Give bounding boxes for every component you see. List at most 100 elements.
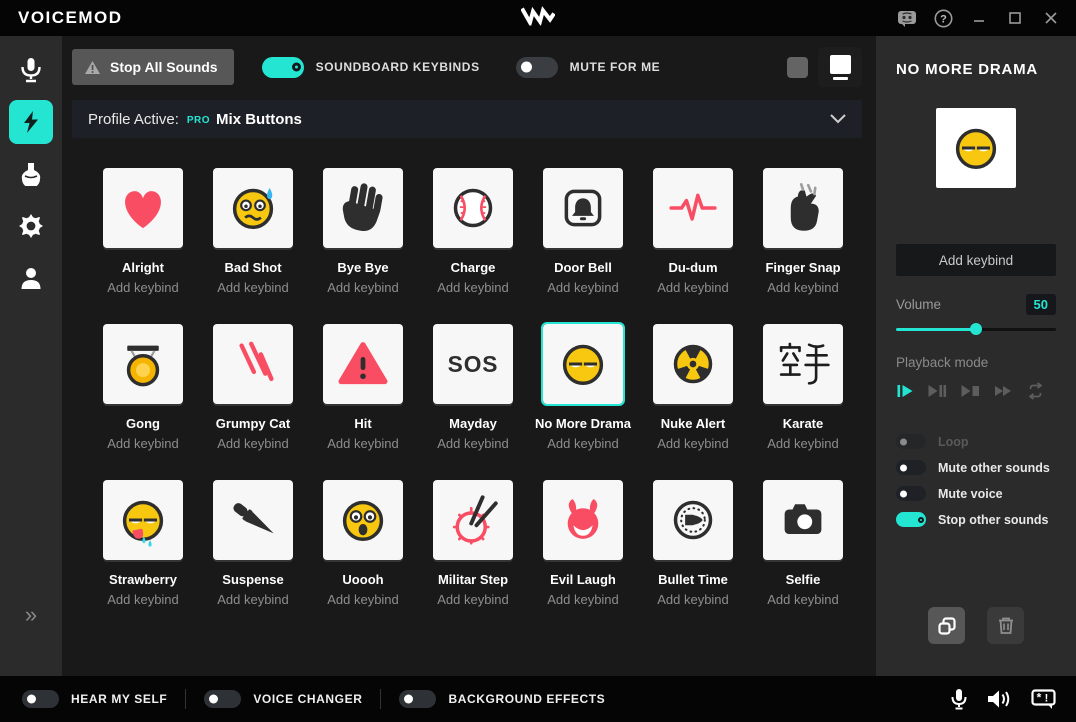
add-keybind-link[interactable]: Add keybind (327, 592, 399, 607)
sidebar-item-microphone[interactable] (9, 48, 53, 92)
sound-tile-mayday[interactable]: SOSMaydayAdd keybind (418, 324, 528, 451)
detail-add-keybind-button[interactable]: Add keybind (896, 244, 1056, 276)
delete-sound-button[interactable] (987, 607, 1024, 644)
help-icon[interactable]: ? (928, 5, 958, 31)
close-button[interactable] (1036, 5, 1066, 31)
sound-tile-suspense[interactable]: SuspenseAdd keybind (198, 480, 308, 607)
minimize-button[interactable] (964, 5, 994, 31)
add-keybind-link[interactable]: Add keybind (327, 436, 399, 451)
compact-view-toggle[interactable] (787, 57, 808, 78)
add-keybind-link[interactable]: Add keybind (217, 280, 289, 295)
maximize-button[interactable] (1000, 5, 1030, 31)
option-mute-voice: Mute voice (896, 486, 1056, 501)
microphone-icon (20, 57, 42, 83)
playback-play-stop-icon[interactable] (960, 382, 980, 400)
sound-tile-evil-laugh[interactable]: Evil Laugh Add keybind (528, 480, 638, 607)
add-keybind-link[interactable]: Add keybind (437, 280, 509, 295)
add-keybind-link[interactable]: Add keybind (657, 280, 729, 295)
toggle-background-effects[interactable] (399, 690, 436, 708)
sound-tile-gong[interactable]: GongAdd keybind (88, 324, 198, 451)
speaker-icon[interactable] (987, 689, 1011, 709)
sound-tile-no-more-drama[interactable]: No More DramaAdd keybind (528, 324, 638, 451)
divider (380, 689, 381, 709)
profile-selector[interactable]: Profile Active: PRO Mix Buttons (72, 100, 862, 138)
option-label: Mute other sounds (938, 461, 1050, 475)
sidebar-item-account[interactable] (9, 256, 53, 300)
sound-tile-uoooh[interactable]: UooohAdd keybind (308, 480, 418, 607)
stop-all-sounds-button[interactable]: Stop All Sounds (72, 49, 234, 85)
sound-tile-strawberry[interactable]: StrawberryAdd keybind (88, 480, 198, 607)
add-keybind-link[interactable]: Add keybind (547, 592, 619, 607)
toggle-mute-other-sounds[interactable] (896, 460, 926, 475)
sound-tile-bad-shot[interactable]: Bad Shot Add keybind (198, 168, 308, 295)
playback-play-icon[interactable] (896, 382, 914, 400)
playback-fast-forward-icon[interactable] (993, 382, 1013, 400)
baseball-icon (433, 168, 513, 248)
sound-tile-bullet-time[interactable]: Bullet Time Add keybind (638, 480, 748, 607)
sound-tile-charge[interactable]: Charge Add keybind (418, 168, 528, 295)
add-keybind-link[interactable]: Add keybind (107, 436, 179, 451)
sound-tile-nuke-alert[interactable]: Nuke AlertAdd keybind (638, 324, 748, 451)
playback-loop-icon[interactable] (1026, 382, 1045, 400)
duplicate-sound-button[interactable] (928, 607, 965, 644)
add-keybind-link[interactable]: Add keybind (437, 592, 509, 607)
sound-name: Evil Laugh (550, 572, 616, 587)
volume-slider-knob[interactable] (970, 323, 982, 335)
sound-tile-door-bell[interactable]: Door BellAdd keybind (528, 168, 638, 295)
volume-slider[interactable] (896, 323, 1056, 335)
add-keybind-link[interactable]: Add keybind (657, 592, 729, 607)
sound-tile-grumpy-cat[interactable]: Grumpy CatAdd keybind (198, 324, 308, 451)
sidebar-item-soundboard[interactable] (9, 100, 53, 144)
sound-tile-bye-bye[interactable]: Bye ByeAdd keybind (308, 168, 418, 295)
devil-face-icon (543, 480, 623, 560)
soundboard-keybinds-toggle[interactable] (262, 57, 304, 78)
add-keybind-link[interactable]: Add keybind (547, 280, 619, 295)
add-keybind-link[interactable]: Add keybind (767, 592, 839, 607)
mute-for-me-toggle[interactable] (516, 57, 558, 78)
app-logo-text: VOICEMOD (18, 8, 123, 28)
add-keybind-link[interactable]: Add keybind (657, 436, 729, 451)
add-keybind-link[interactable]: Add keybind (107, 280, 179, 295)
sidebar-expand-chevrons[interactable]: » (0, 604, 62, 626)
bottom-toggle-label: VOICE CHANGER (253, 692, 362, 706)
add-keybind-link[interactable]: Add keybind (327, 280, 399, 295)
soundboard-toolbar: Stop All Sounds SOUNDBOARD KEYBINDS MUTE… (72, 48, 862, 86)
add-keybind-link[interactable]: Add keybind (547, 436, 619, 451)
tile-view-toggle[interactable] (818, 47, 862, 87)
mute-for-me-label: MUTE FOR ME (570, 60, 661, 74)
toggle-loop[interactable] (896, 434, 926, 449)
add-keybind-link[interactable]: Add keybind (767, 280, 839, 295)
sound-tile-alright[interactable]: AlrightAdd keybind (88, 168, 198, 295)
sound-tile-du-dum[interactable]: Du-dumAdd keybind (638, 168, 748, 295)
sound-name: Charge (451, 260, 496, 275)
microphone-status-icon[interactable] (951, 688, 967, 710)
sidebar-item-settings[interactable] (9, 204, 53, 248)
sound-tile-militar-step[interactable]: Militar StepAdd keybind (418, 480, 528, 607)
toggle-mute-voice[interactable] (896, 486, 926, 501)
add-keybind-link[interactable]: Add keybind (437, 436, 509, 451)
add-keybind-link[interactable]: Add keybind (217, 436, 289, 451)
playback-play-pause-icon[interactable] (927, 382, 947, 400)
detail-artwork (936, 108, 1016, 188)
add-keybind-link[interactable]: Add keybind (767, 436, 839, 451)
sidebar-item-voicelab[interactable] (9, 152, 53, 196)
sound-tile-selfie[interactable]: SelfieAdd keybind (748, 480, 858, 607)
toggle-hear-my-self[interactable] (22, 690, 59, 708)
toggle-voice-changer[interactable] (204, 690, 241, 708)
discord-icon[interactable] (892, 5, 922, 31)
sound-name: Bullet Time (658, 572, 728, 587)
bottom-toggle-group-hear-my-self: HEAR MY SELF (22, 690, 167, 708)
sound-name: Bad Shot (224, 260, 281, 275)
heart-icon (103, 168, 183, 248)
add-keybind-link[interactable]: Add keybind (107, 592, 179, 607)
detail-title: NO MORE DRAMA (896, 60, 1056, 80)
toggle-stop-other-sounds[interactable] (896, 512, 926, 527)
add-keybind-link[interactable]: Add keybind (217, 592, 289, 607)
bullet-icon (653, 480, 733, 560)
feedback-bubble-icon[interactable]: *! (1031, 689, 1056, 710)
unamused-face-icon (543, 324, 623, 404)
sound-tile-hit[interactable]: HitAdd keybind (308, 324, 418, 451)
option-loop: Loop (896, 434, 1056, 449)
sound-tile-karate[interactable]: KarateAdd keybind (748, 324, 858, 451)
sound-tile-finger-snap[interactable]: Finger SnapAdd keybind (748, 168, 858, 295)
